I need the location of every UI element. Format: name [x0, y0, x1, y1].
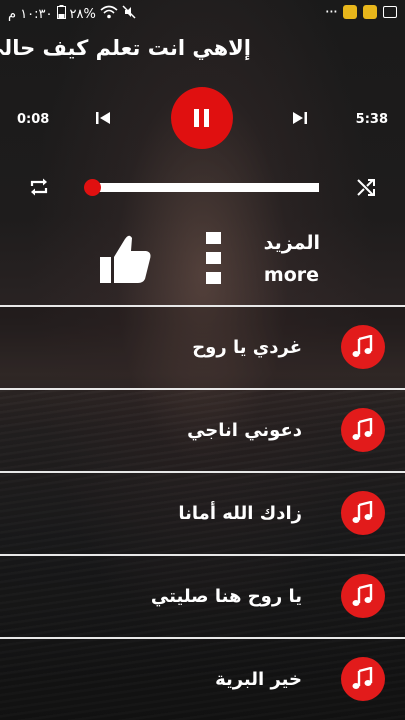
skip-next-icon — [293, 112, 307, 124]
song-list: غردي يا روح دعوني اناجي زادك الله أمانا … — [0, 305, 405, 720]
list-item[interactable]: خير البرية — [0, 637, 405, 720]
current-time: 0:08 — [17, 112, 50, 127]
status-time: ١٠:٣٠ م — [8, 6, 53, 22]
song-name: خير البرية — [215, 669, 302, 690]
previous-button[interactable] — [94, 109, 112, 127]
song-name: زادك الله أمانا — [178, 503, 302, 524]
battery-icon — [56, 5, 66, 23]
image-icon — [383, 6, 397, 18]
more-dots-button[interactable] — [206, 232, 222, 288]
thumbs-up-icon — [100, 235, 151, 283]
battery-percent: ٢٨% — [69, 6, 96, 22]
repeat-icon — [30, 178, 48, 196]
shuffle-button[interactable] — [355, 176, 377, 198]
music-note-icon — [341, 491, 385, 535]
more-dots-icon: ··· — [324, 2, 338, 21]
list-item[interactable]: يا روح هنا صليتي — [0, 554, 405, 637]
status-left: ١٠:٣٠ م ٢٨% — [8, 5, 136, 23]
list-item[interactable]: زادك الله أمانا — [0, 471, 405, 554]
music-note-icon — [341, 657, 385, 701]
music-note-icon — [341, 574, 385, 618]
music-note-icon — [341, 408, 385, 452]
song-name: يا روح هنا صليتي — [150, 586, 302, 607]
mute-icon — [122, 5, 136, 23]
more-label-en[interactable]: more — [264, 264, 319, 286]
song-name: غردي يا روح — [192, 337, 302, 358]
total-time: 5:38 — [355, 112, 388, 127]
wifi-icon — [100, 5, 118, 23]
pause-button[interactable] — [171, 87, 233, 149]
status-right: ··· — [324, 2, 397, 21]
list-item[interactable]: دعوني اناجي — [0, 388, 405, 471]
music-note-icon — [341, 325, 385, 369]
song-name: دعوني اناجي — [187, 420, 302, 441]
skip-previous-icon — [96, 112, 110, 124]
status-bar: ١٠:٣٠ م ٢٨% ··· — [0, 0, 405, 28]
repeat-button[interactable] — [28, 176, 50, 198]
app-icon — [363, 5, 377, 19]
shuffle-icon — [357, 179, 375, 196]
like-button[interactable] — [98, 233, 152, 285]
progress-thumb[interactable] — [84, 179, 101, 196]
progress-bar[interactable] — [84, 179, 319, 196]
app-icon — [343, 5, 357, 19]
list-item[interactable]: غردي يا روح — [0, 305, 405, 388]
more-label-ar[interactable]: المزيد — [264, 232, 320, 254]
next-button[interactable] — [291, 109, 309, 127]
